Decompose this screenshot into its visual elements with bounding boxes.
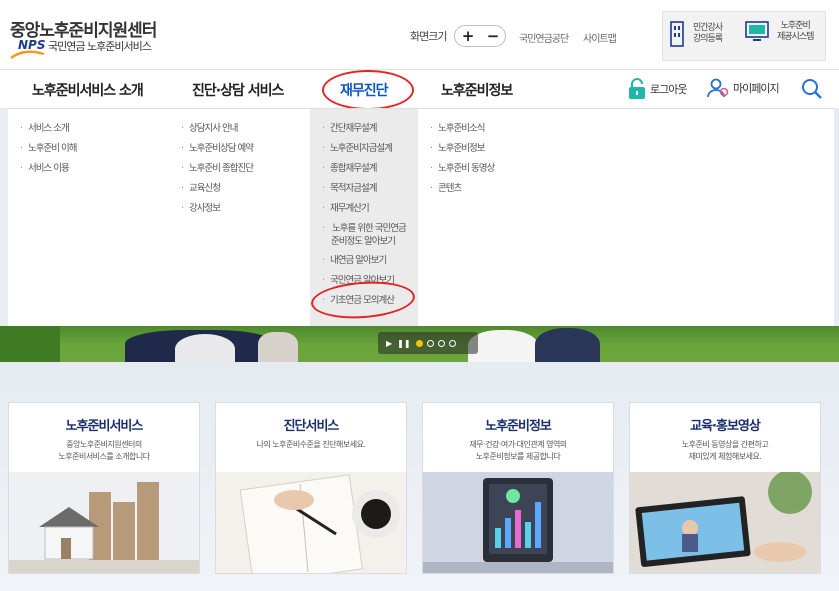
menu-item[interactable]: 노후준비상담 예약 <box>181 139 254 159</box>
search-icon[interactable] <box>801 78 823 100</box>
menu-item[interactable]: 노후준비자금설계 <box>322 139 418 159</box>
card-title: 노후준비정보 <box>485 419 552 434</box>
mypage-button[interactable]: 마이페이지 <box>707 78 780 98</box>
util-system-line1: 노후준비 <box>780 21 811 31</box>
menu-item[interactable]: 노후준비 이해 <box>20 139 77 159</box>
util-lecturer-line1: 민간강사 <box>693 23 723 33</box>
user-icon <box>707 78 729 98</box>
card-description: 중앙노후준비지원센터의 노후준비서비스를 소개합니다 <box>58 440 150 461</box>
menu-item[interactable]: 노후준비 종합진단 <box>181 159 254 179</box>
menu-item[interactable]: 콘텐츠 <box>430 179 494 199</box>
logout-label: 로그아웃 <box>650 83 687 96</box>
menu-item-two-line[interactable]: 노후를 위한 국민연금 준비정도 알아보기 <box>322 219 418 251</box>
menu-item[interactable]: 국민연금 알아보기 <box>322 271 418 291</box>
menu-item[interactable]: 목적자금설계 <box>322 179 418 199</box>
menu-column-retirement-info: 노후준비소식 노후준비정보 노후준비 동영상 콘텐츠 <box>430 119 495 199</box>
menu-item[interactable]: 간단재무설계 <box>322 119 418 139</box>
logout-button[interactable]: 로그아웃 <box>628 78 687 100</box>
slider-dot[interactable] <box>415 339 423 347</box>
card-description: 나의 노후준비수준을 진단해보세요. <box>256 440 366 449</box>
card-image-house-coins <box>9 472 199 573</box>
card-title: 진단서비스 <box>283 419 340 434</box>
building-icon <box>670 21 684 47</box>
nav-item-financial-diagnosis[interactable]: 재무진단 <box>340 80 389 100</box>
menu-item[interactable]: 상담지사 안내 <box>181 119 253 139</box>
slider-controls: ▶ ❚❚ <box>378 332 478 354</box>
menu-column-service-intro: 서비스 소개 노후준비 이해 서비스 이용 <box>20 119 77 179</box>
card-education-video[interactable]: 교육·홍보영상 노후준비 동영상을 간편하고 재미있게 체험해보세요. <box>629 402 821 574</box>
util-system-line2: 제공시스템 <box>777 32 814 42</box>
sitemap-link[interactable]: 사이트맵 <box>583 30 617 45</box>
play-icon[interactable]: ▶ <box>386 339 392 348</box>
card-description: 재무·건강·여가·대인관계 영역의 노후준비정보를 제공합니다 <box>469 440 567 461</box>
menu-item[interactable]: 노후준비 동영상 <box>430 159 495 179</box>
util-lecturer-line2: 강의등록 <box>693 34 723 44</box>
card-image-laptop-charts <box>423 472 613 573</box>
menu-item[interactable]: 종합재무설계 <box>322 159 418 179</box>
card-title: 교육·홍보영상 <box>690 419 761 434</box>
lock-icon <box>629 78 645 99</box>
nav-item-diagnosis-consult[interactable]: 진단·상담 서비스 <box>192 80 284 100</box>
logo-subtitle: 국민연금 노후준비서비스 <box>48 40 152 53</box>
site-logo[interactable]: 중앙노후준비지원센터 NPS 국민연금 노후준비서비스 <box>10 16 157 59</box>
site-header: 중앙노후준비지원센터 NPS 국민연금 노후준비서비스 화면크기 + − 국민연… <box>0 0 839 70</box>
font-size-label: 화면크기 <box>410 30 447 43</box>
lecturer-register-button[interactable]: 민간강사 강의등록 <box>669 21 723 47</box>
retirement-system-button[interactable]: 노후준비 제공시스템 <box>745 21 814 43</box>
mega-menu: 서비스 소개 노후준비 이해 서비스 이용 상담지사 안내 노후준비상담 예약 … <box>8 108 834 327</box>
menu-item[interactable]: 내연금 알아보기 <box>322 251 418 271</box>
slider-dot[interactable] <box>426 339 434 347</box>
card-diagnosis-service[interactable]: 진단서비스 나의 노후준비수준을 진단해보세요. <box>215 402 407 574</box>
menu-column-financial-diagnosis: 간단재무설계 노후준비자금설계 종합재무설계 목적자금설계 재무계산기 노후를 … <box>310 109 418 327</box>
utility-box: 민간강사 강의등록 노후준비 제공시스템 <box>662 11 826 61</box>
slider-dot[interactable] <box>448 339 456 347</box>
font-decrease-button[interactable]: − <box>487 27 500 45</box>
pause-icon[interactable]: ❚❚ <box>397 339 410 348</box>
card-retirement-service[interactable]: 노후준비서비스 중앙노후준비지원센터의 노후준비서비스를 소개합니다 <box>8 402 200 574</box>
nps-link[interactable]: 국민연금공단 <box>519 30 569 45</box>
menu-item[interactable]: 노후준비소식 <box>430 119 494 139</box>
menu-item[interactable]: 재무계산기 <box>322 199 418 219</box>
menu-item[interactable]: 강사정보 <box>181 199 253 219</box>
nav-item-retirement-info[interactable]: 노후준비정보 <box>441 80 513 100</box>
menu-item-basic-pension-simulation[interactable]: 기초연금 모의계산 <box>322 291 418 311</box>
slider-dot[interactable] <box>437 339 445 347</box>
card-image-notebook-coffee <box>216 472 406 573</box>
mypage-label: 마이페이지 <box>733 82 780 95</box>
nav-item-service-intro[interactable]: 노후준비서비스 소개 <box>32 80 144 100</box>
menu-item[interactable]: 서비스 소개 <box>20 119 77 139</box>
card-retirement-info[interactable]: 노후준비정보 재무·건강·여가·대인관계 영역의 노후준비정보를 제공합니다 <box>422 402 614 574</box>
card-title: 노후준비서비스 <box>65 419 144 434</box>
card-image-tablet-video <box>630 472 820 573</box>
logo-subtitle-row: NPS 국민연금 노후준비서비스 <box>10 38 190 59</box>
font-size-control: 화면크기 + − <box>410 25 507 47</box>
monitor-icon <box>745 21 769 41</box>
font-increase-button[interactable]: + <box>462 27 475 45</box>
menu-item[interactable]: 서비스 이용 <box>20 159 77 179</box>
card-description: 노후준비 동영상을 간편하고 재미있게 체험해보세요. <box>681 440 769 461</box>
nps-swoosh-icon <box>10 50 45 59</box>
main-nav: 노후준비서비스 소개 진단·상담 서비스 재무진단 노후준비정보 로그아웃 마이… <box>0 70 839 108</box>
menu-item[interactable]: 노후준비정보 <box>430 139 494 159</box>
menu-column-diagnosis-consult: 상담지사 안내 노후준비상담 예약 노후준비 종합진단 교육신청 강사정보 <box>181 119 254 219</box>
menu-item[interactable]: 교육신청 <box>181 179 253 199</box>
font-size-stepper: + − <box>454 25 507 47</box>
